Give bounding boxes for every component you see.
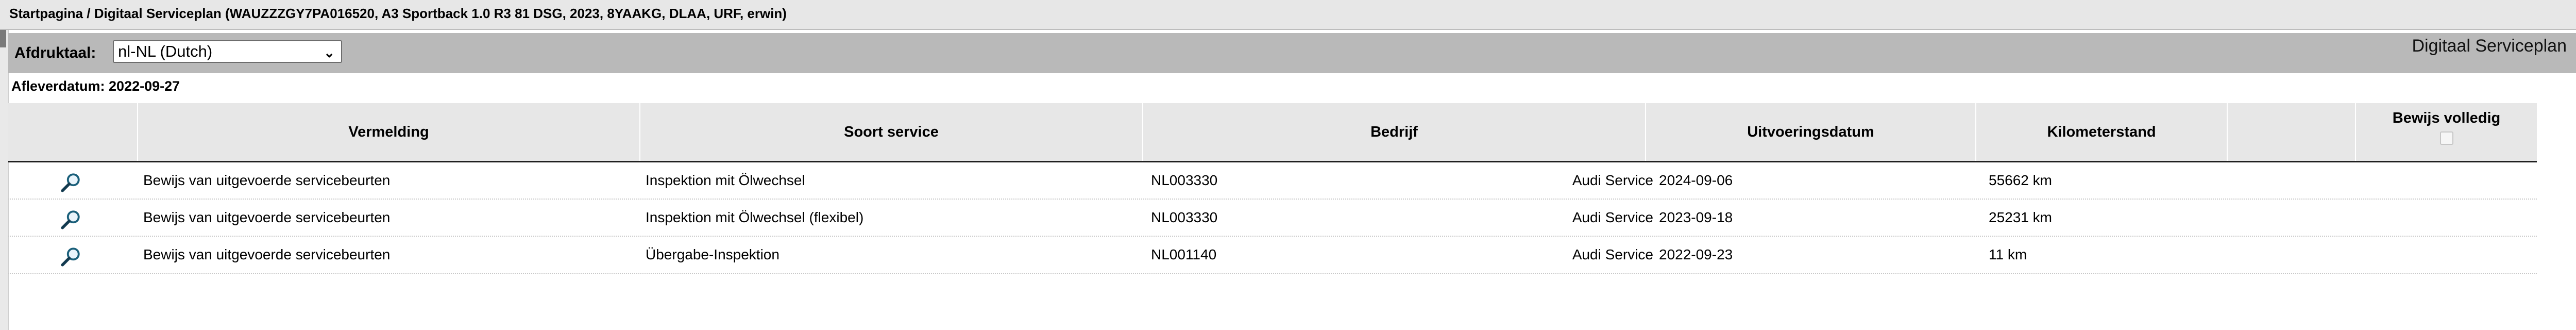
cell-uitvoeringsdatum: 2022-09-23 — [1659, 246, 1733, 262]
table-row: Bewijs van uitgevoerde servicebeurten In… — [8, 162, 2537, 200]
header-empty-column — [2228, 103, 2356, 161]
header-uitvoeringsdatum[interactable]: Uitvoeringsdatum — [1646, 103, 1976, 161]
table-row: Bewijs van uitgevoerde servicebeurten Üb… — [8, 237, 2537, 274]
breadcrumb[interactable]: Startpagina / Digitaal Serviceplan (WAUZ… — [9, 6, 787, 22]
cell-kilometerstand: 11 km — [1989, 246, 2027, 262]
cell-uitvoeringsdatum: 2024-09-06 — [1659, 172, 1733, 188]
cell-uitvoeringsdatum: 2023-09-18 — [1659, 209, 1733, 225]
magnifier-icon[interactable] — [60, 172, 81, 193]
row-icon-cell — [8, 162, 138, 199]
cell-kilometerstand: 55662 km — [1989, 172, 2052, 188]
print-language-value: nl-NL (Dutch) — [118, 42, 213, 60]
cell-bedrijf-name: Audi Service — [1572, 172, 1653, 188]
row-icon-cell — [8, 237, 138, 273]
cell-kilometerstand: 25231 km — [1989, 209, 2052, 225]
magnifier-icon[interactable] — [60, 209, 81, 230]
print-language-select[interactable]: nl-NL (Dutch) ⌄ — [113, 40, 342, 63]
cell-soort-service: Inspektion mit Ölwechsel — [646, 172, 805, 188]
cell-bedrijf-code: NL001140 — [1151, 246, 1217, 262]
header-bewijs-volledig-label: Bewijs volledig — [2392, 110, 2501, 126]
chevron-down-icon: ⌄ — [324, 45, 335, 60]
table-row: Bewijs van uitgevoerde servicebeurten In… — [8, 200, 2537, 237]
cell-bedrijf-name: Audi Service — [1572, 246, 1653, 262]
table-body: Bewijs van uitgevoerde servicebeurten In… — [8, 162, 2537, 274]
left-strip — [0, 0, 9, 330]
delivery-date: Afleverdatum: 2022-09-27 — [11, 78, 180, 94]
header-icon-column — [8, 103, 138, 161]
magnifier-icon[interactable] — [60, 246, 81, 268]
cell-vermelding: Bewijs van uitgevoerde servicebeurten — [143, 246, 391, 262]
cell-bedrijf-name: Audi Service — [1572, 209, 1653, 225]
header-kilometerstand[interactable]: Kilometerstand — [1976, 103, 2228, 161]
breadcrumb-bar: Startpagina / Digitaal Serviceplan (WAUZ… — [0, 0, 2576, 30]
header-soort-service[interactable]: Soort service — [640, 103, 1143, 161]
header-bewijs-volledig: Bewijs volledig — [2356, 103, 2537, 161]
bewijs-volledig-checkbox[interactable] — [2439, 131, 2453, 145]
header-vermelding[interactable]: Vermelding — [138, 103, 640, 161]
service-table: Vermelding Soort service Bedrijf Uitvoer… — [8, 103, 2576, 299]
cell-vermelding: Bewijs van uitgevoerde servicebeurten — [143, 209, 391, 225]
cell-soort-service: Inspektion mit Ölwechsel (flexibel) — [646, 209, 864, 225]
panel-title: Digitaal Serviceplan — [2412, 36, 2567, 56]
header-bedrijf[interactable]: Bedrijf — [1143, 103, 1646, 161]
cell-vermelding: Bewijs van uitgevoerde servicebeurten — [143, 172, 391, 188]
cell-soort-service: Übergabe-Inspektion — [646, 246, 779, 262]
row-icon-cell — [8, 200, 138, 236]
left-strip-mark — [0, 27, 6, 47]
language-bar: Afdruktaal: nl-NL (Dutch) ⌄ Digitaal Ser… — [8, 33, 2576, 73]
table-header: Vermelding Soort service Bedrijf Uitvoer… — [8, 103, 2537, 162]
print-language-label: Afdruktaal: — [14, 44, 96, 61]
cell-bedrijf-code: NL003330 — [1151, 209, 1218, 225]
cell-bedrijf-code: NL003330 — [1151, 172, 1218, 188]
